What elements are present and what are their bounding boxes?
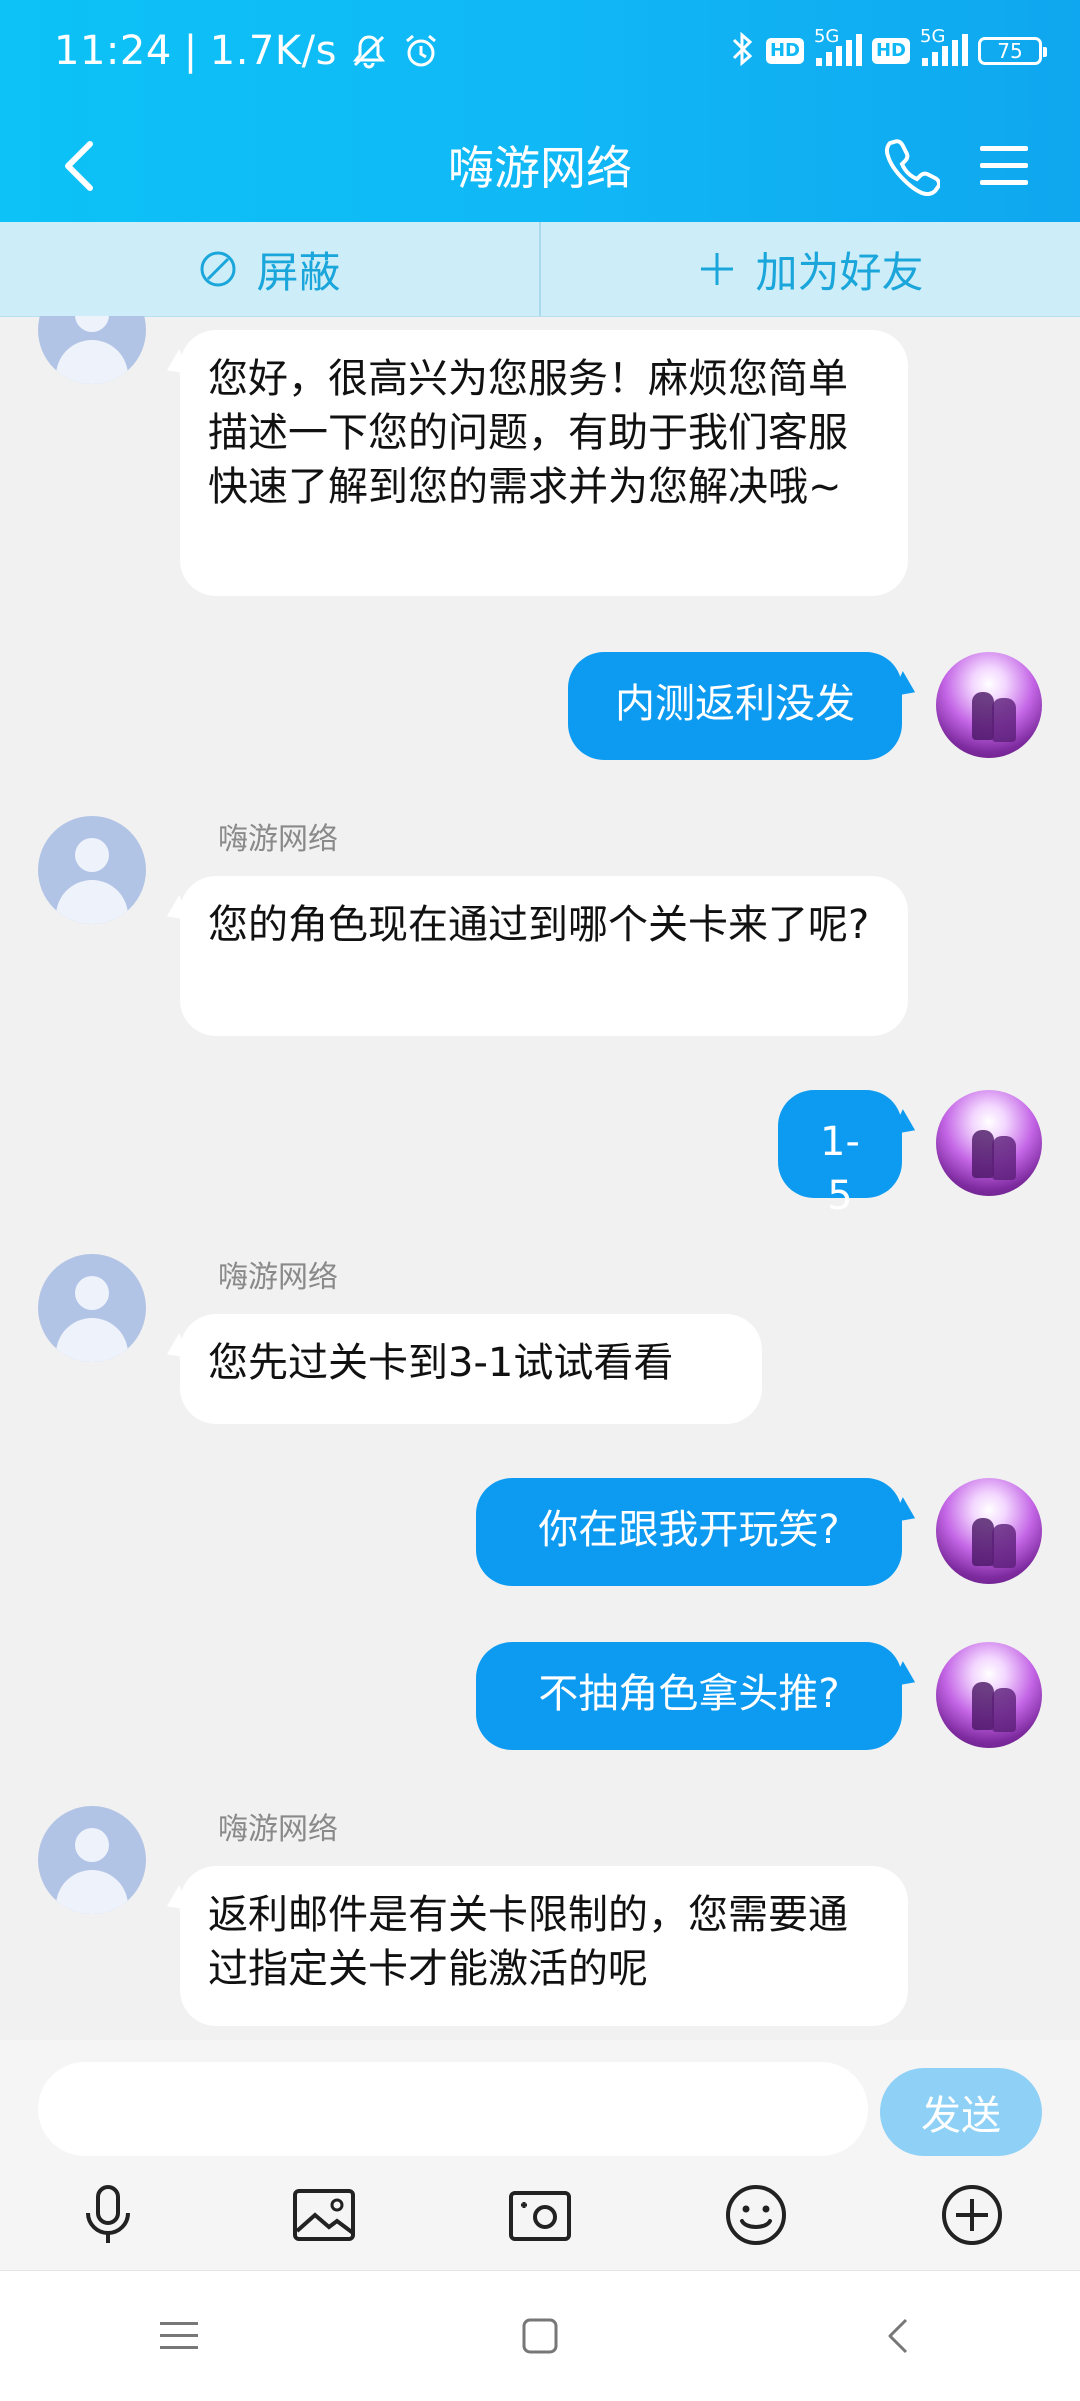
sender-name: 嗨游网络 bbox=[218, 1260, 338, 1295]
menu-button[interactable] bbox=[976, 136, 1032, 196]
app-header: 11:24 | 1.7K/s HD 5G HD 5G 75 嗨游网络 bbox=[0, 0, 1080, 222]
alarm-icon bbox=[401, 31, 441, 71]
hd-badge-1: HD bbox=[765, 38, 804, 64]
microphone-icon bbox=[86, 2185, 130, 2243]
block-button[interactable]: 屏蔽 bbox=[0, 222, 539, 316]
camera-button[interactable] bbox=[495, 2170, 585, 2260]
home-square-icon bbox=[522, 2318, 558, 2354]
user-avatar[interactable] bbox=[936, 652, 1042, 758]
user-avatar[interactable] bbox=[936, 1478, 1042, 1584]
sender-name: 嗨游网络 bbox=[218, 822, 338, 857]
outgoing-message-bubble[interactable]: 不抽角色拿头推? bbox=[476, 1642, 902, 1750]
send-button[interactable]: 发送 bbox=[880, 2068, 1042, 2156]
incoming-message-bubble[interactable]: 返利邮件是有关卡限制的，您需要通过指定关卡才能激活的呢 bbox=[180, 1866, 908, 2026]
network-speed: 1.7K/s bbox=[209, 28, 337, 74]
signal-icon-sim2: 5G bbox=[920, 26, 968, 68]
status-time: 11:24 bbox=[54, 28, 172, 74]
composer: 发送 bbox=[0, 2040, 1080, 2270]
hd-badge-2: HD bbox=[871, 38, 910, 64]
more-button[interactable] bbox=[927, 2170, 1017, 2260]
recents-button[interactable] bbox=[135, 2291, 225, 2381]
user-avatar[interactable] bbox=[936, 1642, 1042, 1748]
mute-bell-icon bbox=[349, 31, 389, 71]
battery-indicator: 75 bbox=[978, 37, 1047, 65]
call-button[interactable] bbox=[880, 134, 941, 198]
status-bar: 11:24 | 1.7K/s HD 5G HD 5G 75 bbox=[0, 0, 1080, 112]
sender-name: 嗨游网络 bbox=[218, 1812, 338, 1847]
hamburger-menu-icon bbox=[980, 146, 1028, 185]
outgoing-message-bubble[interactable]: 1-5 bbox=[778, 1090, 902, 1219]
user-avatar[interactable] bbox=[936, 1090, 1042, 1196]
home-button[interactable] bbox=[495, 2291, 585, 2381]
image-icon bbox=[293, 2189, 355, 2241]
back-chevron-icon bbox=[888, 2318, 908, 2354]
outgoing-message-bubble[interactable]: 你在跟我开玩笑? bbox=[476, 1478, 902, 1586]
contact-avatar[interactable] bbox=[38, 1254, 146, 1362]
emoji-button[interactable] bbox=[711, 2170, 801, 2260]
add-friend-label: 加为好友 bbox=[755, 247, 924, 297]
block-label: 屏蔽 bbox=[256, 247, 341, 297]
outgoing-message-bubble[interactable]: 内测返利没发 bbox=[568, 652, 902, 760]
bluetooth-icon bbox=[730, 30, 756, 72]
signal-icon-sim1: 5G bbox=[814, 26, 862, 68]
incoming-message-bubble[interactable]: 您好，很高兴为您服务！麻烦您简单描述一下您的问题，有助于我们客服快速了解到您的需… bbox=[180, 330, 908, 596]
contact-avatar[interactable] bbox=[38, 316, 146, 384]
chat-message-list[interactable]: 您好，很高兴为您服务！麻烦您简单描述一下您的问题，有助于我们客服快速了解到您的需… bbox=[0, 316, 1080, 2040]
plus-circle-icon bbox=[942, 2185, 1002, 2245]
menu-lines-icon bbox=[160, 2322, 198, 2349]
incoming-message-bubble[interactable]: 您先过关卡到3-1试试看看 bbox=[180, 1314, 762, 1424]
contact-avatar[interactable] bbox=[38, 816, 146, 924]
system-navigation-bar bbox=[0, 2270, 1080, 2401]
title-bar: 嗨游网络 bbox=[0, 112, 1080, 222]
contact-action-bar: 屏蔽 加为好友 bbox=[0, 222, 1080, 317]
system-back-button[interactable] bbox=[855, 2291, 945, 2381]
voice-button[interactable] bbox=[63, 2170, 153, 2260]
phone-icon bbox=[884, 139, 941, 197]
emoji-icon bbox=[726, 2185, 786, 2245]
block-icon bbox=[200, 251, 236, 287]
contact-avatar[interactable] bbox=[38, 1806, 146, 1914]
incoming-message-bubble[interactable]: 您的角色现在通过到哪个关卡来了呢? bbox=[180, 876, 908, 1036]
composer-toolbar bbox=[0, 2170, 1080, 2260]
plus-icon bbox=[701, 253, 734, 285]
add-friend-button[interactable]: 加为好友 bbox=[541, 222, 1080, 316]
camera-icon bbox=[509, 2191, 571, 2241]
image-button[interactable] bbox=[279, 2170, 369, 2260]
message-input[interactable] bbox=[38, 2062, 868, 2156]
